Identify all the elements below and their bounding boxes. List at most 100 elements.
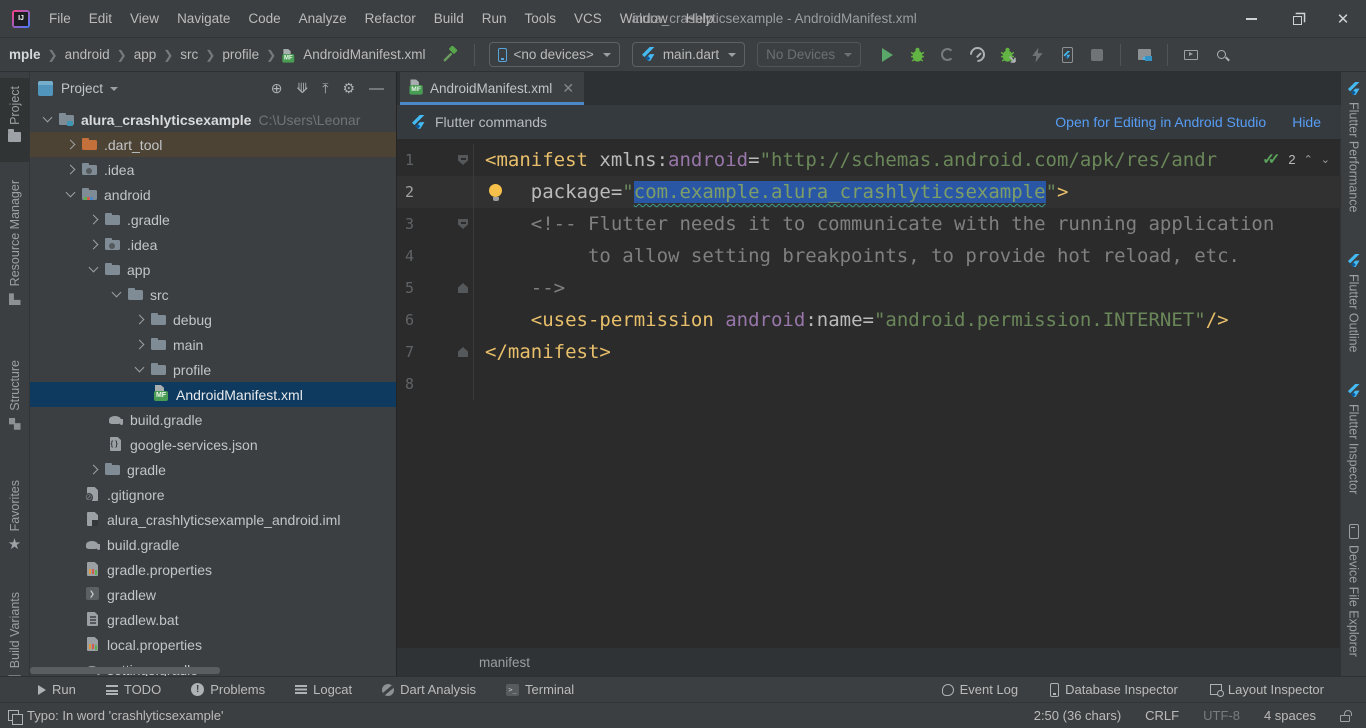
tree-item-dart-tool[interactable]: .dart_tool bbox=[30, 132, 396, 157]
chevron-collapsed-icon[interactable] bbox=[61, 132, 81, 157]
menu-run[interactable]: Run bbox=[473, 7, 516, 30]
tool-tab-layout-inspector[interactable]: Layout Inspector bbox=[1210, 682, 1324, 697]
close-button[interactable]: ✕ bbox=[1320, 0, 1366, 38]
breadcrumb-item[interactable]: profile bbox=[219, 45, 262, 64]
chevron-collapsed-icon[interactable] bbox=[130, 332, 150, 357]
chevron-expanded-icon[interactable] bbox=[107, 282, 127, 307]
tree-item-google-services[interactable]: google-services.json bbox=[30, 432, 396, 457]
menu-refactor[interactable]: Refactor bbox=[356, 7, 425, 30]
breadcrumb-item[interactable]: android bbox=[62, 45, 113, 64]
tool-tab-run[interactable]: Run bbox=[38, 682, 76, 697]
device-manager-icon[interactable] bbox=[1179, 43, 1203, 67]
menu-tools[interactable]: Tools bbox=[516, 7, 566, 30]
tool-tab-todo[interactable]: TODO bbox=[106, 682, 161, 697]
menu-view[interactable]: View bbox=[121, 7, 168, 30]
tool-tab-resource-manager[interactable]: Resource Manager bbox=[0, 180, 29, 340]
toolwindow-switcher-icon[interactable] bbox=[8, 710, 19, 721]
tree-item-main[interactable]: main bbox=[30, 332, 396, 357]
project-structure-icon[interactable] bbox=[1132, 43, 1156, 67]
horizontal-scrollbar[interactable] bbox=[30, 667, 220, 674]
tree-item-iml[interactable]: alura_crashlyticsexample_android.iml bbox=[30, 507, 396, 532]
tool-tab-dart-analysis[interactable]: Dart Analysis bbox=[382, 682, 476, 697]
settings-gear-icon[interactable]: ⚙ bbox=[342, 80, 355, 97]
breadcrumb-item[interactable]: mple bbox=[6, 45, 44, 64]
tree-item-build-gradle[interactable]: build.gradle bbox=[30, 532, 396, 557]
chevron-expanded-icon[interactable] bbox=[130, 357, 150, 382]
chevron-collapsed-icon[interactable] bbox=[84, 457, 104, 482]
debug-button[interactable] bbox=[905, 43, 929, 67]
tree-item-local-properties[interactable]: local.properties bbox=[30, 632, 396, 657]
tree-item-app-build-gradle[interactable]: build.gradle bbox=[30, 407, 396, 432]
breadcrumb-item[interactable]: src bbox=[177, 45, 201, 64]
tree-item-idea-android[interactable]: .idea bbox=[30, 232, 396, 257]
tool-tab-device-file-explorer[interactable]: Device File Explorer bbox=[1341, 524, 1366, 669]
intention-bulb-icon[interactable] bbox=[489, 184, 502, 197]
tool-tab-project[interactable]: Project bbox=[0, 78, 29, 162]
minimize-button[interactable] bbox=[1228, 0, 1274, 38]
tree-item-gradle-hidden[interactable]: .gradle bbox=[30, 207, 396, 232]
tree-item-gradle-folder[interactable]: gradle bbox=[30, 457, 396, 482]
prev-problem-icon[interactable]: ⌃ bbox=[1304, 153, 1313, 166]
flutter-device-button[interactable] bbox=[1055, 43, 1079, 67]
tool-tab-structure[interactable]: Structure bbox=[0, 360, 29, 460]
run-button[interactable] bbox=[875, 43, 899, 67]
run-config-dropdown[interactable]: main.dart bbox=[632, 42, 745, 67]
restore-button[interactable] bbox=[1274, 0, 1320, 38]
flutter-attach-button[interactable] bbox=[995, 43, 1019, 67]
open-in-android-studio-link[interactable]: Open for Editing in Android Studio bbox=[1055, 114, 1266, 130]
line-ending-indicator[interactable]: CRLF bbox=[1145, 708, 1179, 723]
indent-indicator[interactable]: 4 spaces bbox=[1264, 708, 1316, 723]
tree-item-app[interactable]: app bbox=[30, 257, 396, 282]
tree-item-src[interactable]: src bbox=[30, 282, 396, 307]
fold-marker-icon[interactable] bbox=[455, 272, 473, 304]
locate-file-icon[interactable]: ⊕ bbox=[271, 80, 283, 97]
hide-panel-icon[interactable]: — bbox=[369, 80, 384, 97]
tool-tab-event-log[interactable]: Event Log bbox=[942, 682, 1019, 697]
chevron-expanded-icon[interactable] bbox=[61, 182, 81, 207]
chevron-collapsed-icon[interactable] bbox=[61, 157, 81, 182]
tool-tab-flutter-outline[interactable]: Flutter Outline bbox=[1341, 254, 1366, 374]
build-hammer-icon[interactable] bbox=[439, 43, 463, 67]
tree-item-androidmanifest[interactable]: AndroidManifest.xml bbox=[30, 382, 396, 407]
chevron-expanded-icon[interactable] bbox=[84, 257, 104, 282]
tool-tab-flutter-inspector[interactable]: Flutter Inspector bbox=[1341, 384, 1366, 514]
chevron-collapsed-icon[interactable] bbox=[130, 307, 150, 332]
menu-file[interactable]: File bbox=[40, 7, 80, 30]
caret-position[interactable]: 2:50 (36 chars) bbox=[1034, 708, 1121, 723]
inspection-widget[interactable]: ✓✓ 2 ⌃ ⌄ bbox=[1262, 150, 1330, 168]
code-editor[interactable]: 1 <manifest xmlns:android="http://schema… bbox=[397, 140, 1341, 648]
tree-item-gradle-properties[interactable]: gradle.properties bbox=[30, 557, 396, 582]
menu-edit[interactable]: Edit bbox=[80, 7, 121, 30]
collapse-all-icon[interactable]: ⤒ bbox=[322, 80, 328, 97]
tree-item-root[interactable]: alura_crashlyticsexample C:\Users\Leonar bbox=[30, 107, 396, 132]
breadcrumb-manifest[interactable]: manifest bbox=[479, 655, 530, 670]
encoding-indicator[interactable]: UTF-8 bbox=[1203, 708, 1240, 723]
tool-tab-database-inspector[interactable]: Database Inspector bbox=[1050, 682, 1178, 697]
hide-banner-link[interactable]: Hide bbox=[1292, 114, 1321, 130]
menu-analyze[interactable]: Analyze bbox=[290, 7, 356, 30]
chevron-expanded-icon[interactable] bbox=[38, 107, 58, 132]
tree-item-idea[interactable]: .idea bbox=[30, 157, 396, 182]
tool-tab-terminal[interactable]: >_Terminal bbox=[506, 682, 574, 697]
menu-navigate[interactable]: Navigate bbox=[168, 7, 239, 30]
device-selector-dropdown[interactable]: <no devices> bbox=[489, 42, 620, 67]
close-tab-icon[interactable]: ✕ bbox=[562, 80, 574, 97]
chevron-down-icon[interactable] bbox=[110, 87, 118, 91]
tool-tab-problems[interactable]: !Problems bbox=[191, 682, 265, 697]
readonly-lock-icon[interactable] bbox=[1340, 715, 1350, 722]
chevron-collapsed-icon[interactable] bbox=[84, 232, 104, 257]
fold-marker-icon[interactable] bbox=[455, 144, 473, 176]
devtools-gauge-icon[interactable] bbox=[965, 43, 989, 67]
search-everywhere-icon[interactable] bbox=[1209, 43, 1233, 67]
tree-item-profile[interactable]: profile bbox=[30, 357, 396, 382]
tool-tab-flutter-performance[interactable]: Flutter Performance bbox=[1341, 82, 1366, 237]
expand-all-icon[interactable]: ⟱ bbox=[297, 80, 309, 97]
project-panel-title[interactable]: Project bbox=[61, 81, 103, 96]
tab-androidmanifest[interactable]: AndroidManifest.xml ✕ bbox=[400, 72, 584, 105]
menu-code[interactable]: Code bbox=[239, 7, 289, 30]
tree-item-gradlew[interactable]: gradlew bbox=[30, 582, 396, 607]
breadcrumb-item[interactable]: app bbox=[131, 45, 160, 64]
tree-item-debug[interactable]: debug bbox=[30, 307, 396, 332]
menu-vcs[interactable]: VCS bbox=[565, 7, 611, 30]
tool-tab-logcat[interactable]: Logcat bbox=[295, 682, 352, 697]
